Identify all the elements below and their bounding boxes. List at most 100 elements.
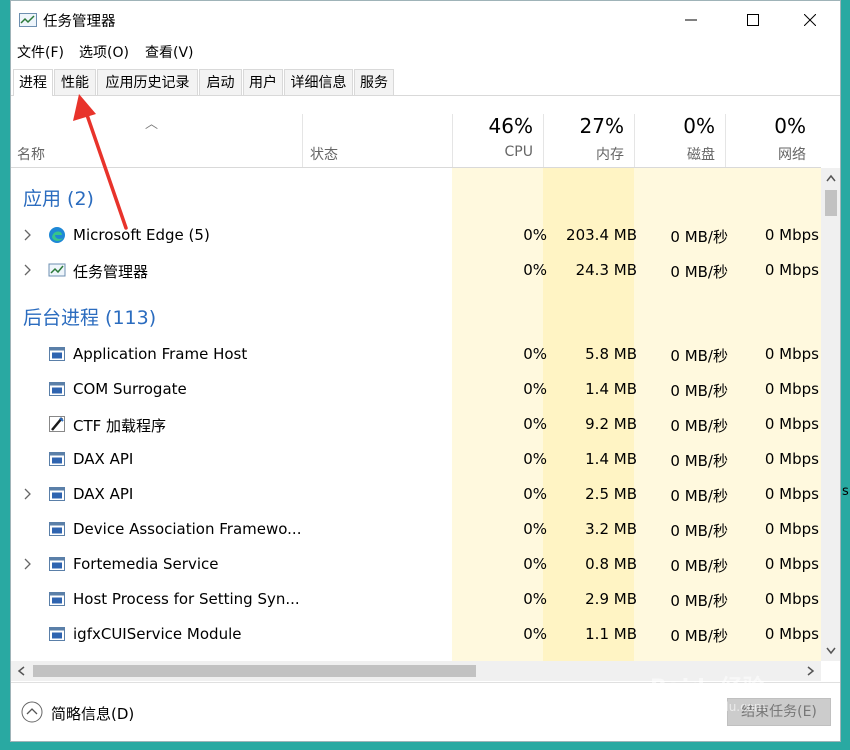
- process-row[interactable]: Fortemedia Service 0% 0.8 MB 0 MB/秒 0 Mbps: [11, 547, 821, 582]
- process-cpu: 0%: [523, 625, 547, 643]
- process-name: DAX API: [73, 450, 134, 468]
- fewer-details-link[interactable]: 简略信息(D): [51, 703, 134, 724]
- header-memory[interactable]: 27% 内存: [543, 114, 634, 167]
- header-network[interactable]: 0% 网络: [725, 114, 816, 167]
- scroll-down-icon[interactable]: [821, 641, 841, 661]
- process-name: 任务管理器: [73, 263, 149, 281]
- menu-bar: 文件(F) 选项(O) 查看(V): [11, 39, 840, 63]
- chevron-right-icon[interactable]: [22, 487, 34, 501]
- process-row[interactable]: 任务管理器 0% 24.3 MB 0 MB/秒 0 Mbps: [11, 253, 821, 288]
- vertical-scrollbar[interactable]: [821, 168, 841, 661]
- minimize-button[interactable]: [668, 1, 714, 39]
- tab-strip: 进程 性能 应用历史记录 启动 用户 详细信息 服务: [11, 69, 840, 96]
- process-network: 0 Mbps: [764, 226, 819, 244]
- process-disk: 0 MB/秒: [670, 452, 728, 470]
- process-memory: 1.4 MB: [585, 450, 637, 468]
- process-disk: 0 MB/秒: [670, 592, 728, 610]
- window-app-icon: [48, 485, 66, 503]
- process-row[interactable]: Microsoft Edge (5) 0% 203.4 MB 0 MB/秒 0 Mbps: [11, 218, 821, 253]
- baidu-watermark: Baidu经验: [650, 676, 765, 701]
- process-name: Device Association Framewo...: [73, 520, 302, 538]
- column-headers: ︿ 名称 状态 46% CPU 27% 内存 0% 磁盘 0% 网络: [11, 114, 821, 168]
- process-memory: 2.9 MB: [585, 590, 637, 608]
- tab-startup[interactable]: 启动: [199, 69, 242, 95]
- task-manager-window: 任务管理器 文件(F) 选项(O) 查看(V) 进程 性能 应用历史记录 启动 …: [10, 0, 841, 742]
- process-memory: 24.3 MB: [575, 261, 637, 279]
- tab-users[interactable]: 用户: [243, 69, 283, 95]
- chevron-right-icon[interactable]: [22, 263, 34, 277]
- maximize-icon: [747, 14, 759, 26]
- task-manager-icon: [48, 261, 66, 279]
- process-cpu: 0%: [523, 520, 547, 538]
- process-cpu: 0%: [523, 345, 547, 363]
- process-row[interactable]: Application Frame Host 0% 5.8 MB 0 MB/秒 0 Mb…: [11, 337, 821, 372]
- tab-details[interactable]: 详细信息: [284, 69, 353, 95]
- scroll-right-icon[interactable]: [801, 661, 821, 681]
- minimize-icon: [685, 19, 697, 21]
- tab-performance[interactable]: 性能: [54, 69, 96, 95]
- background-window-fragment: s: [842, 484, 849, 499]
- process-cpu: 0%: [523, 380, 547, 398]
- process-disk: 0 MB/秒: [670, 382, 728, 400]
- process-memory: 2.5 MB: [585, 485, 637, 503]
- close-icon: [804, 14, 816, 26]
- header-disk[interactable]: 0% 磁盘: [634, 114, 725, 167]
- process-row[interactable]: COM Surrogate 0% 1.4 MB 0 MB/秒 0 Mbps: [11, 372, 821, 407]
- scroll-up-icon[interactable]: [821, 168, 841, 188]
- process-row[interactable]: Device Association Framewo... 0% 3.2 MB 0 M…: [11, 512, 821, 547]
- header-cpu[interactable]: 46% CPU: [452, 114, 543, 167]
- process-row[interactable]: CTF 加载程序 0% 9.2 MB 0 MB/秒 0 Mbps: [11, 407, 821, 442]
- process-name: DAX API: [73, 485, 134, 503]
- chevron-right-icon[interactable]: [22, 228, 34, 242]
- edge-icon: [48, 226, 66, 244]
- ctf-pen-icon: [48, 415, 66, 433]
- memory-percent: 27%: [579, 114, 624, 138]
- process-cpu: 0%: [523, 590, 547, 608]
- process-cpu: 0%: [523, 450, 547, 468]
- vertical-scroll-thumb[interactable]: [825, 190, 837, 216]
- menu-file[interactable]: 文件(F): [17, 42, 64, 62]
- menu-view[interactable]: 查看(V): [145, 42, 194, 62]
- menu-options[interactable]: 选项(O): [79, 42, 129, 62]
- process-disk: 0 MB/秒: [670, 347, 728, 365]
- process-disk: 0 MB/秒: [670, 263, 728, 281]
- process-network: 0 Mbps: [764, 625, 819, 643]
- process-memory: 203.4 MB: [566, 226, 637, 244]
- process-memory: 1.4 MB: [585, 380, 637, 398]
- process-network: 0 Mbps: [764, 555, 819, 573]
- window-app-icon: [48, 555, 66, 573]
- process-disk: 0 MB/秒: [670, 228, 728, 246]
- header-status[interactable]: 状态: [302, 114, 452, 167]
- scroll-left-icon[interactable]: [11, 661, 31, 681]
- process-network: 0 Mbps: [764, 261, 819, 279]
- tab-processes[interactable]: 进程: [13, 69, 53, 96]
- process-list: 应用 (2) 后台进程 (113) Microsoft Edge (5) 0% 20…: [11, 168, 821, 661]
- chevron-up-circle-icon[interactable]: [21, 701, 43, 723]
- tab-app-history[interactable]: 应用历史记录: [97, 69, 198, 95]
- cpu-label: CPU: [504, 144, 533, 160]
- header-name[interactable]: ︿ 名称: [11, 114, 302, 167]
- title-bar: 任务管理器: [11, 1, 840, 39]
- process-cpu: 0%: [523, 261, 547, 279]
- process-row[interactable]: igfxCUIService Module 0% 1.1 MB 0 MB/秒 0 Mbp…: [11, 617, 821, 652]
- network-label: 网络: [778, 147, 806, 163]
- tab-services[interactable]: 服务: [354, 69, 394, 95]
- cpu-percent: 46%: [488, 114, 533, 138]
- horizontal-scroll-thumb[interactable]: [33, 665, 476, 677]
- maximize-button[interactable]: [730, 1, 776, 39]
- process-network: 0 Mbps: [764, 590, 819, 608]
- window-app-icon: [48, 345, 66, 363]
- process-network: 0 Mbps: [764, 345, 819, 363]
- process-memory: 1.1 MB: [585, 625, 637, 643]
- process-name: COM Surrogate: [73, 380, 187, 398]
- chevron-right-icon[interactable]: [22, 557, 34, 571]
- process-name: Application Frame Host: [73, 345, 248, 363]
- process-cpu: 0%: [523, 415, 547, 433]
- process-disk: 0 MB/秒: [670, 487, 728, 505]
- process-cpu: 0%: [523, 226, 547, 244]
- close-button[interactable]: [787, 1, 833, 39]
- process-row[interactable]: Host Process for Setting Syn... 0% 2.9 MB 0…: [11, 582, 821, 617]
- process-row[interactable]: DAX API 0% 2.5 MB 0 MB/秒 0 Mbps: [11, 477, 821, 512]
- process-row[interactable]: DAX API 0% 1.4 MB 0 MB/秒 0 Mbps: [11, 442, 821, 477]
- process-disk: 0 MB/秒: [670, 557, 728, 575]
